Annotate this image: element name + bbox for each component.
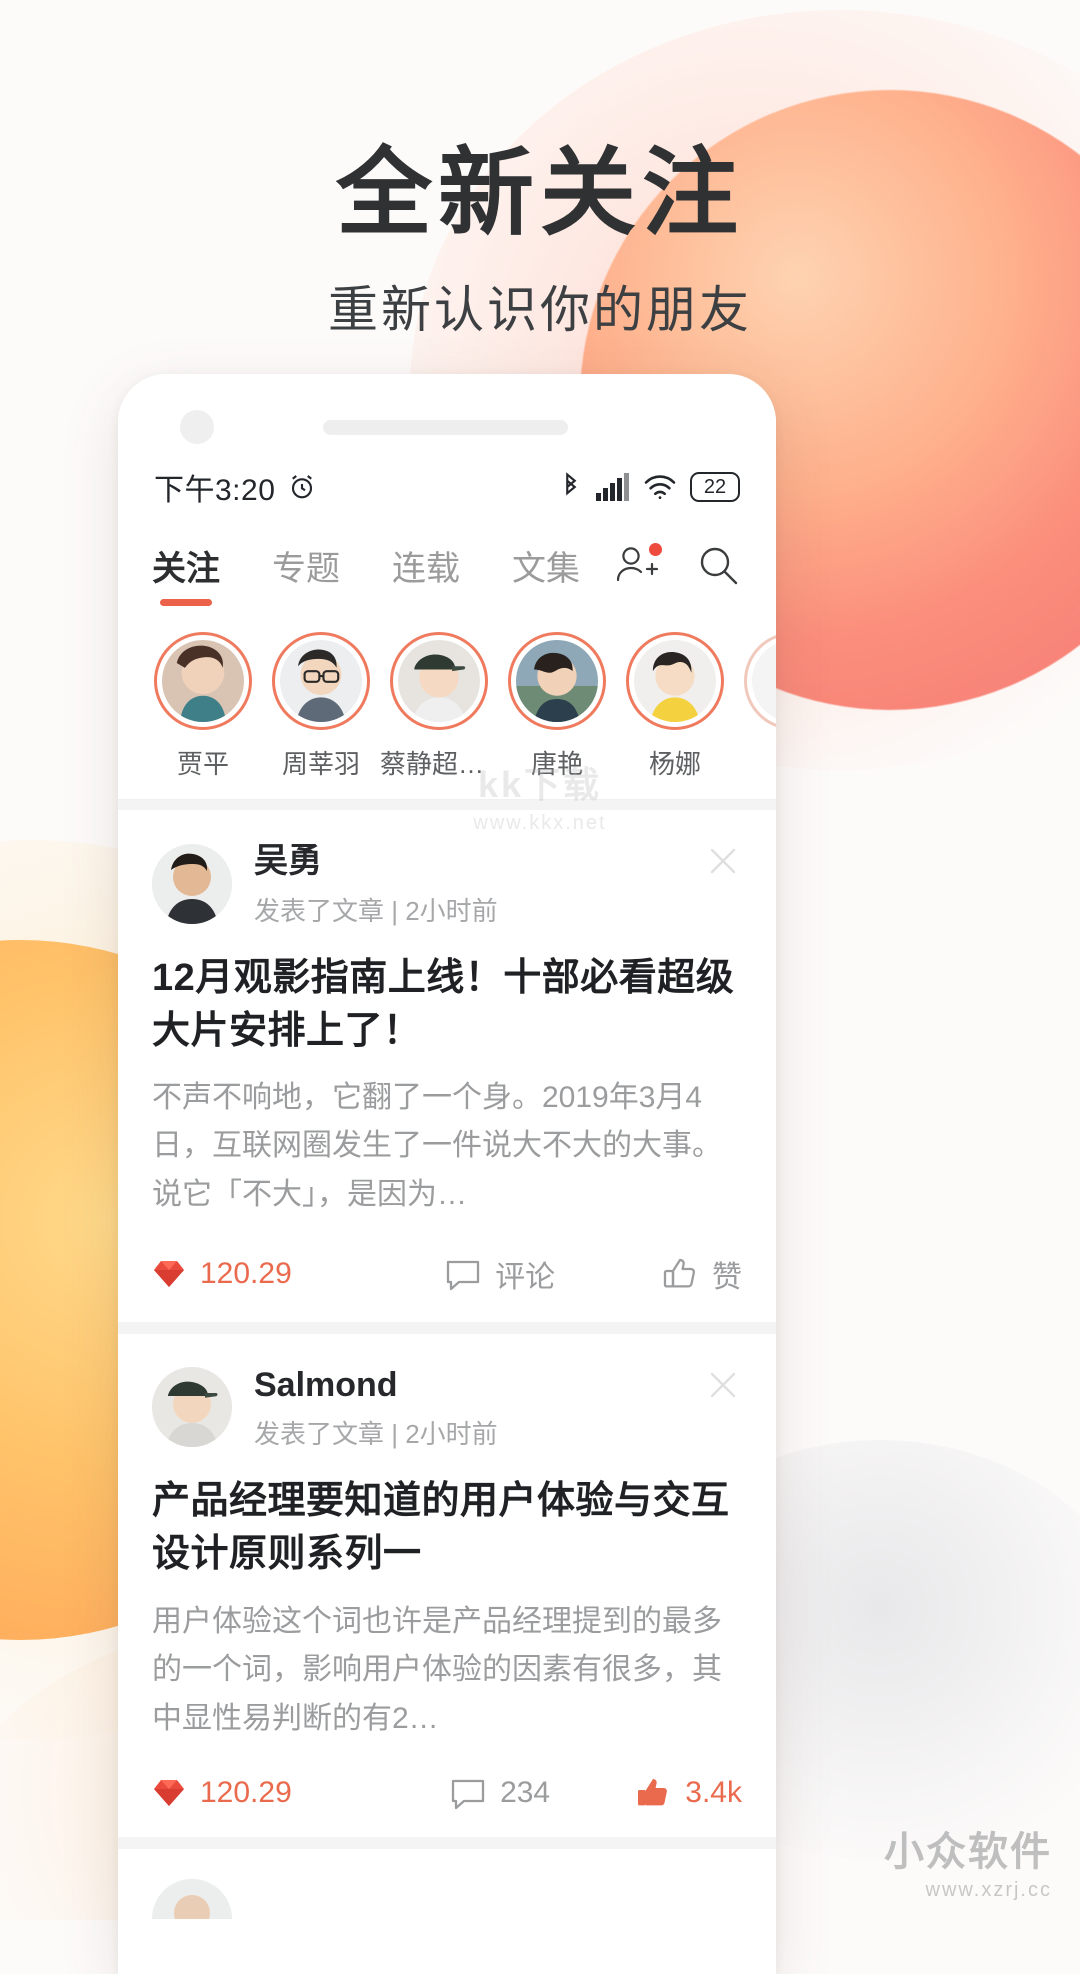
- like-label: 赞: [712, 1260, 742, 1294]
- story-name: 蔡静超超…: [380, 749, 498, 779]
- avatar[interactable]: [152, 1879, 232, 1920]
- story-name: 杨娜: [648, 749, 701, 779]
- story-name: 周莘羽: [281, 749, 360, 779]
- post-title[interactable]: 产品经理要知道的用户体验与交互设计原则系列一: [152, 1475, 742, 1581]
- comment-action[interactable]: 评论: [400, 1252, 601, 1296]
- diamond-icon: [152, 1776, 186, 1810]
- comment-label: 234: [500, 1776, 551, 1810]
- comment-icon: [445, 1257, 481, 1291]
- phone-screen: 下午3:20 22 关注 专题 连载 文集 贾平 周莘羽 蔡静超超… 唐艳 杨娜…: [118, 456, 776, 1974]
- reward-action[interactable]: 120.29: [152, 1776, 400, 1810]
- author-name[interactable]: Salmond: [254, 1364, 498, 1407]
- story-item[interactable]: 杨娜: [616, 632, 734, 781]
- promo-subheadline: 重新认识你的朋友: [328, 281, 752, 338]
- avatar: [516, 640, 598, 722]
- story-item[interactable]: 唐艳: [498, 632, 616, 781]
- feed-card-partial[interactable]: [118, 1849, 776, 1920]
- bluetooth-icon: [559, 472, 583, 502]
- add-friend-icon[interactable]: [614, 543, 662, 589]
- post-title[interactable]: 12月观影指南上线！十部必看超级大片安排上了！: [152, 952, 742, 1058]
- notification-badge-dot: [649, 543, 662, 556]
- card-header: [152, 1879, 742, 1920]
- author-name[interactable]: 吴勇: [254, 840, 498, 883]
- tab-bar: 关注 专题 连载 文集: [118, 518, 776, 610]
- reward-amount: 120.29: [200, 1776, 292, 1810]
- like-action[interactable]: 赞: [600, 1252, 742, 1296]
- tab-lianzai[interactable]: 连载: [392, 541, 460, 606]
- story-name: 查: [734, 744, 776, 781]
- tab-guanzhu[interactable]: 关注: [152, 541, 220, 606]
- story-item[interactable]: 周莘羽: [262, 632, 380, 781]
- avatar[interactable]: [152, 843, 232, 924]
- post-excerpt: 用户体验这个词也许是产品经理提到的最多的一个词，影响用户体验的因素有很多，其中显…: [152, 1604, 722, 1735]
- phone-mockup: 下午3:20 22 关注 专题 连载 文集 贾平 周莘羽 蔡静超超… 唐艳 杨娜…: [118, 374, 776, 1974]
- like-label: 3.4k: [685, 1776, 742, 1810]
- story-avatar-row[interactable]: 贾平 周莘羽 蔡静超超… 唐艳 杨娜: [118, 610, 776, 800]
- tab-wenji[interactable]: 文集: [512, 541, 580, 606]
- story-ring: [744, 632, 776, 730]
- story-ring: [508, 632, 606, 730]
- comment-action[interactable]: 234: [400, 1776, 601, 1810]
- wifi-icon: [643, 474, 677, 500]
- avatar: [634, 640, 716, 722]
- author-meta: 发表了文章 | 2小时前: [254, 895, 498, 926]
- tab-zhuanti[interactable]: 专题: [272, 541, 340, 606]
- status-bar: 下午3:20 22: [118, 456, 776, 518]
- reward-amount: 120.29: [200, 1256, 292, 1290]
- story-name: 贾平: [176, 749, 229, 779]
- thumbs-up-icon: [635, 1775, 671, 1811]
- card-action-bar: 120.29 评论 赞: [152, 1252, 742, 1296]
- search-icon[interactable]: [696, 543, 742, 589]
- cellular-signal-icon: [596, 473, 630, 501]
- author-meta: 发表了文章 | 2小时前: [254, 1419, 498, 1450]
- promo-header: 全新关注 重新认识你的朋友: [0, 140, 1080, 342]
- avatar: [162, 640, 244, 722]
- phone-bezel: [118, 374, 776, 456]
- alarm-clock-icon: [287, 472, 317, 502]
- avatar[interactable]: [152, 1367, 232, 1448]
- avatar: [280, 640, 362, 722]
- story-ring: [626, 632, 724, 730]
- card-author-block: 吴勇 发表了文章 | 2小时前: [254, 840, 498, 928]
- story-ring: [154, 632, 252, 730]
- avatar: [398, 640, 480, 722]
- story-ring: [272, 632, 370, 730]
- comment-icon: [450, 1776, 486, 1810]
- story-ring: [390, 632, 488, 730]
- diamond-icon: [152, 1257, 186, 1291]
- feed-card[interactable]: Salmond 发表了文章 | 2小时前 产品经理要知道的用户体验与交互设计原则…: [118, 1333, 776, 1838]
- status-time: 下午3:20: [154, 474, 276, 507]
- close-icon[interactable]: [706, 1368, 740, 1402]
- like-action[interactable]: 3.4k: [600, 1775, 742, 1811]
- avatar-placeholder: [752, 640, 776, 722]
- thumbs-up-icon: [662, 1256, 698, 1292]
- story-item[interactable]: 蔡静超超…: [380, 632, 498, 781]
- comment-label: 评论: [495, 1260, 556, 1294]
- story-item-more[interactable]: 查: [734, 632, 776, 781]
- post-excerpt: 不声不响地，它翻了一个身。2019年3月4日，互联网圈发生了一件说大不大的大事。…: [152, 1080, 722, 1212]
- card-author-block: Salmond 发表了文章 | 2小时前: [254, 1364, 498, 1452]
- story-item[interactable]: 贾平: [144, 632, 262, 781]
- reward-action[interactable]: 120.29: [152, 1257, 400, 1291]
- card-action-bar: 120.29 234 3.4k: [152, 1775, 742, 1811]
- card-header: 吴勇 发表了文章 | 2小时前: [152, 840, 742, 928]
- earpiece-speaker: [323, 420, 568, 435]
- feed-list: 吴勇 发表了文章 | 2小时前 12月观影指南上线！十部必看超级大片安排上了！ …: [118, 800, 776, 1920]
- promo-headline: 全新关注: [336, 140, 744, 247]
- feed-card[interactable]: 吴勇 发表了文章 | 2小时前 12月观影指南上线！十部必看超级大片安排上了！ …: [118, 810, 776, 1322]
- card-header: Salmond 发表了文章 | 2小时前: [152, 1364, 742, 1452]
- close-icon[interactable]: [706, 844, 740, 878]
- story-name: 唐艳: [530, 749, 583, 779]
- front-camera-icon: [180, 410, 214, 444]
- battery-indicator: 22: [690, 472, 740, 502]
